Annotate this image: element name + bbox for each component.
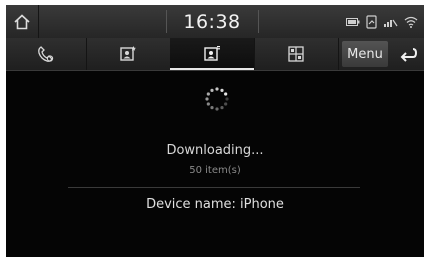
spinner-dot <box>210 106 214 110</box>
spinner-dot <box>206 92 210 96</box>
home-icon <box>14 13 30 29</box>
divider <box>68 187 360 188</box>
clock: 16:38 <box>183 10 241 33</box>
device-name-text: Device name: iPhone <box>146 197 284 212</box>
contacts-icon <box>204 46 220 61</box>
spinner-dot <box>206 102 210 106</box>
spinner-dot <box>215 107 219 111</box>
spinner-dot <box>224 102 228 106</box>
tab-dial-pad[interactable] <box>254 38 339 70</box>
status-icons <box>346 5 418 38</box>
menu-button[interactable]: Menu <box>342 41 388 67</box>
tab-bar: Menu <box>6 38 424 71</box>
dial-pad-icon <box>288 46 304 62</box>
favorites-icon <box>120 46 136 61</box>
screen: 16:38 Menu Downloading... 50 item(s) Dev… <box>6 5 424 257</box>
spinner-dot <box>220 88 224 92</box>
loading-spinner-icon <box>205 87 229 111</box>
item-count-text: 50 item(s) <box>189 165 241 176</box>
phone-signal-icon <box>384 19 398 27</box>
spinner-dot <box>224 92 228 96</box>
recent-calls-icon <box>38 46 54 62</box>
status-bar: 16:38 <box>6 5 424 39</box>
status-separator <box>258 10 259 33</box>
spinner-dot <box>225 97 229 101</box>
back-arrow-icon <box>400 48 417 62</box>
spinner-dot <box>205 97 209 101</box>
spinner-dot <box>220 106 224 110</box>
tab-contacts[interactable] <box>170 38 255 70</box>
spinner-dot <box>210 88 214 92</box>
battery-icon <box>346 17 360 26</box>
home-button[interactable] <box>6 5 39 38</box>
tab-recent-calls[interactable] <box>6 38 87 70</box>
wifi-icon <box>404 16 418 28</box>
back-button[interactable] <box>392 38 424 70</box>
bluetooth-phone-icon <box>366 14 377 29</box>
download-status-text: Downloading... <box>166 143 264 158</box>
tab-favorites[interactable] <box>86 38 171 70</box>
spinner-dot <box>215 87 219 91</box>
